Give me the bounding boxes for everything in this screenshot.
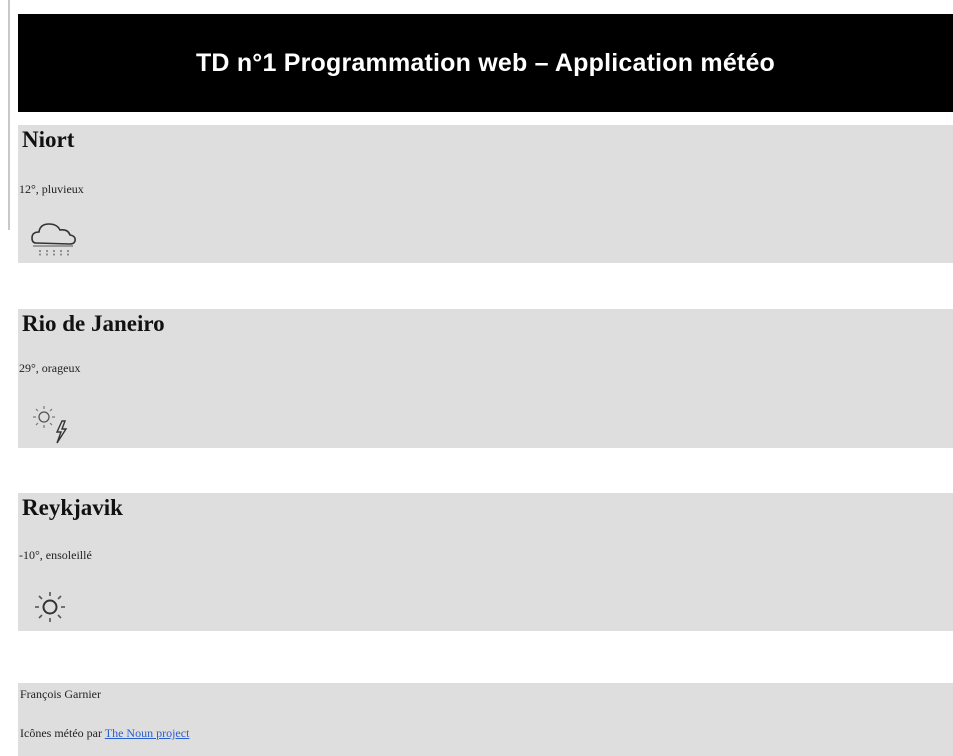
- city-weather-description: 29°, orageux: [19, 361, 81, 375]
- sun-storm-icon: [30, 403, 78, 452]
- icon-credits: Icônes météo par The Noun project: [20, 726, 189, 741]
- city-weather-description: 12°, pluvieux: [19, 182, 84, 196]
- page-footer: François Garnier Icônes météo par The No…: [18, 683, 953, 756]
- author-name: François Garnier: [20, 687, 101, 701]
- page-title: TD n°1 Programmation web – Application m…: [195, 48, 776, 77]
- noun-project-link[interactable]: The Noun project: [105, 726, 190, 740]
- credits-prefix: Icônes météo par: [20, 726, 102, 740]
- city-card-rio-de-janeiro: Rio de Janeiro 29°, orageux: [18, 309, 953, 448]
- sun-icon: [30, 587, 70, 632]
- city-name: Rio de Janeiro: [22, 311, 165, 336]
- city-name: Reykjavik: [22, 495, 123, 520]
- city-weather-description: -10°, ensoleillé: [19, 548, 92, 562]
- city-name: Niort: [22, 127, 75, 152]
- left-border: [8, 0, 10, 230]
- city-card-reykjavik: Reykjavik -10°, ensoleillé: [18, 493, 953, 631]
- app-header: TD n°1 Programmation web – Application m…: [18, 14, 953, 112]
- city-card-niort: Niort 12°, pluvieux: [18, 125, 953, 263]
- rain-cloud-icon: [30, 219, 78, 264]
- page: TD n°1 Programmation web – Application m…: [0, 0, 953, 756]
